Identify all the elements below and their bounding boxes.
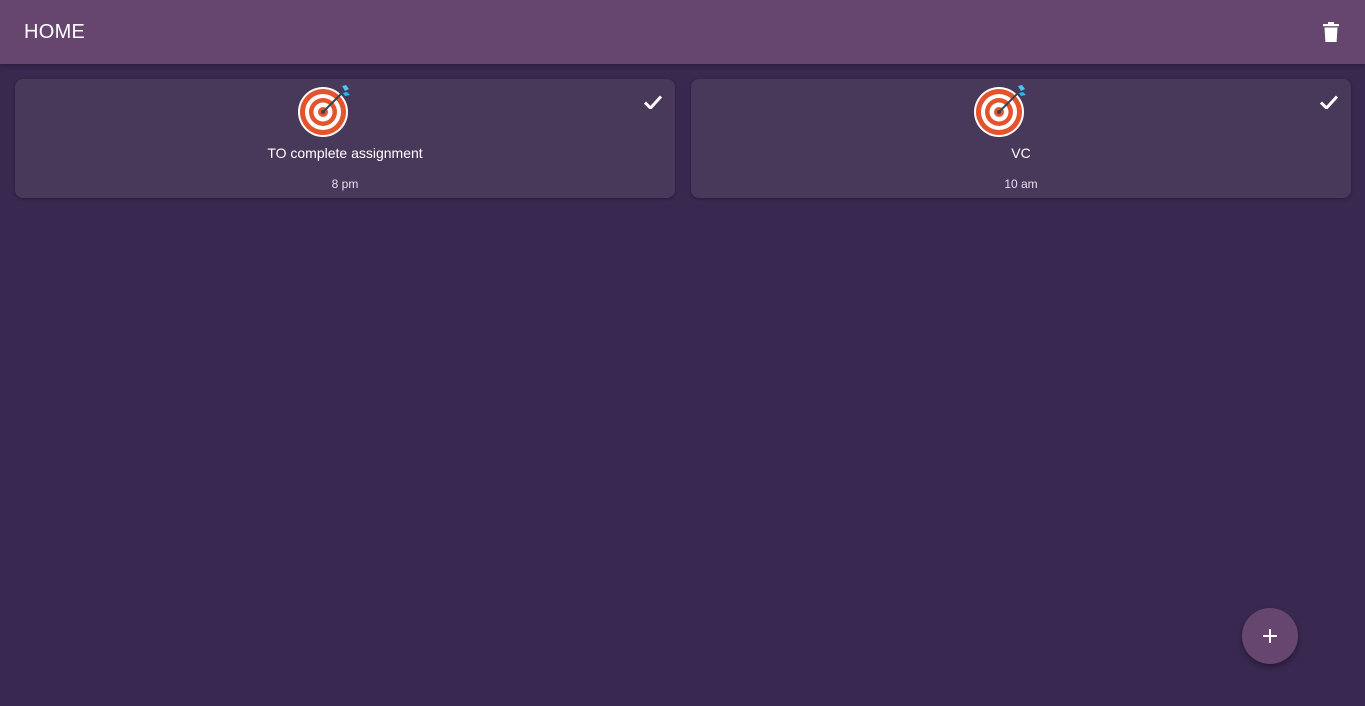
task-title: TO complete assignment: [267, 145, 423, 161]
check-icon: [1320, 95, 1338, 109]
task-title: VC: [1011, 145, 1031, 161]
task-card[interactable]: VC 10 am: [691, 79, 1351, 198]
task-time: 10 am: [1004, 177, 1038, 191]
check-icon: [644, 95, 662, 109]
page-title: HOME: [24, 20, 86, 43]
complete-task-button[interactable]: [643, 93, 663, 111]
target-dart-icon: [298, 85, 350, 137]
target-dart-icon: [974, 85, 1026, 137]
task-list: TO complete assignment 8 pm VC 10 am: [15, 79, 1351, 198]
trash-icon: [1323, 22, 1339, 42]
complete-task-button[interactable]: [1319, 93, 1339, 111]
plus-icon: [1263, 629, 1277, 643]
task-time: 8 pm: [331, 177, 359, 191]
task-card[interactable]: TO complete assignment 8 pm: [15, 79, 675, 198]
add-task-button[interactable]: [1242, 608, 1298, 664]
app-bar: HOME: [0, 0, 1365, 64]
delete-button[interactable]: [1319, 20, 1343, 44]
